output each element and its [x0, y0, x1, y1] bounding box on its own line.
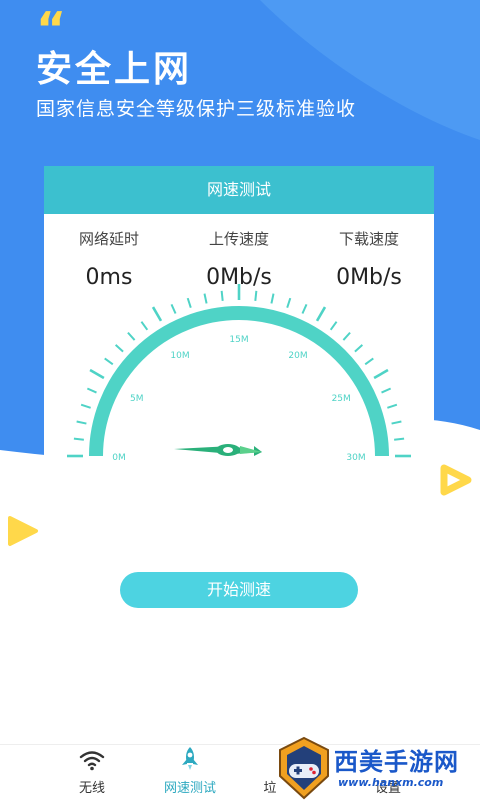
speed-gauge: 0M 5M 10M 15M 20M 25M 30M: [67, 284, 411, 462]
watermark: 西美手游网 www.hanxm.com: [270, 736, 480, 800]
gamepad-logo-icon: [279, 736, 329, 800]
gauge-tick: [127, 331, 136, 341]
gauge-tick: [151, 306, 163, 322]
gauge-tick: [220, 290, 224, 301]
watermark-brand: 西美手游网: [334, 748, 459, 776]
gauge-tick-label: 10M: [170, 351, 189, 361]
gauge-tick-label: 30M: [346, 453, 365, 462]
gauge-tick-label: 5M: [130, 394, 144, 404]
gauge-tick: [329, 321, 338, 331]
gauge-tick: [387, 403, 398, 409]
gauge-tick: [394, 437, 405, 441]
gauge-tick: [270, 293, 275, 304]
gauge-tick: [254, 290, 258, 301]
tab-label: 无线: [78, 781, 105, 796]
start-test-button[interactable]: 开始测速: [120, 572, 358, 608]
gauge-needle: [174, 444, 262, 456]
gauge-tick-label: 15M: [229, 335, 248, 345]
gauge-tick: [301, 303, 308, 314]
gauge-tick: [315, 306, 327, 322]
play-icon-right: [440, 464, 472, 496]
gauge-tick: [354, 344, 364, 353]
gauge-tick-label: 25M: [332, 394, 351, 404]
gauge-tick: [373, 368, 389, 380]
speed-test-card: 网速测试 网络延时 0ms 上传速度 0Mb/s 下载速度 0Mb/s 0M 5M…: [44, 166, 434, 462]
wifi-icon: [44, 745, 140, 771]
gauge-tick: [203, 293, 208, 304]
gauge-labels: 0M 5M 10M 15M 20M 25M 30M: [112, 335, 365, 462]
watermark-url: www.hanxm.com: [338, 776, 444, 789]
gauge-tick: [104, 357, 114, 366]
gauge-tick-label: 0M: [112, 453, 126, 462]
play-icon-left: [8, 516, 38, 546]
gauge-tick: [342, 331, 351, 341]
gauge-tick: [86, 387, 97, 394]
tab-wireless[interactable]: 无线: [44, 745, 140, 801]
gauge-tick: [76, 420, 87, 425]
gauge-tick: [140, 321, 149, 331]
gauge-tick: [80, 403, 91, 409]
gauge-tick: [114, 344, 124, 353]
gauge-tick: [89, 368, 105, 380]
gauge-tick: [170, 303, 177, 314]
gauge-tick: [364, 357, 374, 366]
gauge-tick: [391, 420, 402, 425]
gauge-tick: [186, 297, 192, 308]
gauge-tick-label: 20M: [288, 351, 307, 361]
gauge-tick: [286, 297, 292, 308]
hero-title: 安全上网: [36, 49, 193, 90]
gauge-tick: [73, 437, 84, 441]
hero-subtitle: 国家信息安全等级保护三级标准验收: [36, 98, 357, 120]
gauge-tick: [381, 387, 392, 394]
